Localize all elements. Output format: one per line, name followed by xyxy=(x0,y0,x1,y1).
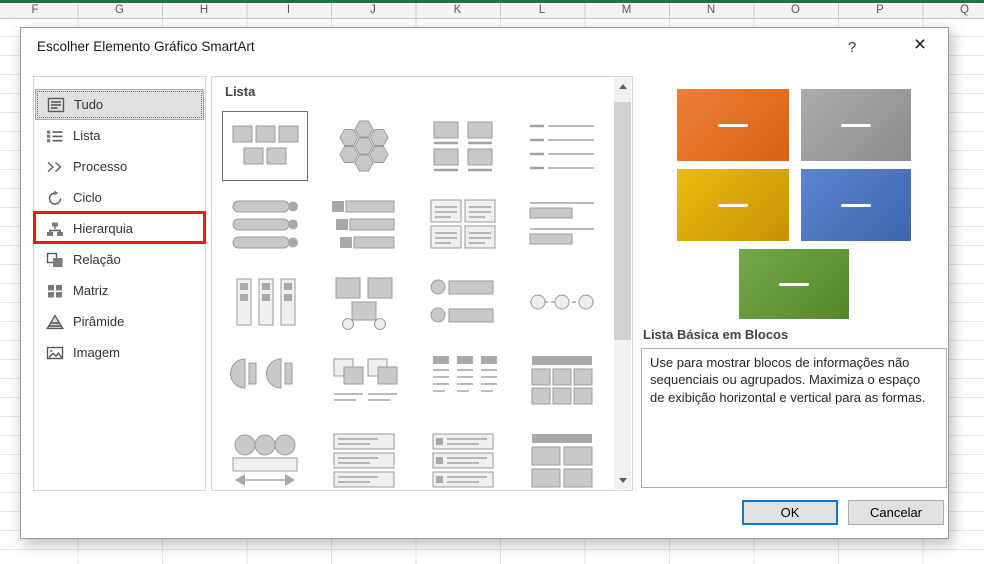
preview-panel: Lista Básica em Blocos Use para mostrar … xyxy=(641,76,948,491)
category-label: Pirâmide xyxy=(73,314,125,329)
category-item-lista[interactable]: Lista xyxy=(35,120,204,151)
category-item-imagem[interactable]: Imagem xyxy=(35,337,204,368)
column-header[interactable]: I xyxy=(287,4,290,16)
category-item-ciclo[interactable]: Ciclo xyxy=(35,182,204,213)
thumbnail-header-grid[interactable] xyxy=(518,344,606,416)
column-header[interactable]: O xyxy=(791,4,800,16)
category-item-processo[interactable]: Processo xyxy=(35,151,204,182)
column-header[interactable]: Q xyxy=(960,4,969,16)
category-label: Processo xyxy=(73,159,128,174)
cycle-icon xyxy=(48,190,62,205)
thumbnail-stacked-box-list[interactable] xyxy=(320,422,408,489)
text-placeholder-dash xyxy=(718,203,748,207)
thumbnail-basic-block-list[interactable] xyxy=(221,110,309,182)
thumbnail-half-circle-list[interactable] xyxy=(221,344,309,416)
column-header[interactable]: L xyxy=(539,4,545,16)
text-placeholder-dash xyxy=(841,203,871,207)
category-item-relacao[interactable]: Relação xyxy=(35,244,204,275)
selected-layout-title: Lista Básica em Blocos xyxy=(643,327,789,342)
thumbnail-bullet-box-list[interactable] xyxy=(419,422,507,489)
excel-window: F G H I J K L M N O P Q Escolher Element… xyxy=(0,0,984,564)
column-header[interactable]: F xyxy=(31,4,38,16)
smartart-gallery xyxy=(216,107,611,489)
category-label: Lista xyxy=(73,128,101,143)
cancel-button[interactable]: Cancelar xyxy=(848,500,944,525)
column-header[interactable]: K xyxy=(454,4,462,16)
relationship-icon xyxy=(46,252,63,267)
thumbnail-bullet-columns[interactable] xyxy=(419,344,507,416)
text-placeholder-dash xyxy=(779,282,809,286)
preview-block-orange xyxy=(677,89,789,161)
category-item-piramide[interactable]: Pirâmide xyxy=(35,306,204,337)
column-header[interactable]: J xyxy=(370,4,376,16)
category-item-matriz[interactable]: Matriz xyxy=(35,275,204,306)
preview-block-blue xyxy=(801,169,911,241)
dialog-title: Escolher Elemento Gráfico SmartArt xyxy=(37,39,255,54)
thumbnail-dotted-circle-list[interactable] xyxy=(518,266,606,338)
pyramid-icon xyxy=(46,313,64,329)
thumbnail-column-list[interactable] xyxy=(221,266,309,338)
thumbnail-picture-blocks[interactable] xyxy=(320,266,408,338)
close-button[interactable]: × xyxy=(900,32,940,60)
down-arrow-icon xyxy=(618,478,627,483)
category-label: Matriz xyxy=(73,283,109,298)
thumbnail-line-bar-list[interactable] xyxy=(518,188,606,260)
category-item-hierarquia[interactable]: Hierarquia xyxy=(35,213,204,244)
column-header[interactable]: P xyxy=(876,4,884,16)
preview-block-gray xyxy=(801,89,911,161)
matrix-icon xyxy=(48,284,62,297)
scrollbar-down-button[interactable] xyxy=(614,472,631,489)
category-label: Imagem xyxy=(73,345,120,360)
column-header-row: F G H I J K L M N O P Q xyxy=(0,3,984,19)
scrollbar-up-button[interactable] xyxy=(614,78,631,95)
up-arrow-icon xyxy=(618,84,627,89)
thumbnail-circle-row-list[interactable] xyxy=(419,266,507,338)
column-header[interactable]: M xyxy=(622,4,632,16)
category-label: Hierarquia xyxy=(73,221,133,236)
category-label: Relação xyxy=(73,252,121,267)
gallery-header: Lista xyxy=(225,84,256,99)
preview-block-gold xyxy=(677,169,789,241)
all-icon xyxy=(47,97,65,112)
preview-block-green xyxy=(739,249,849,319)
scrollbar-thumb[interactable] xyxy=(614,102,631,340)
thumbnail-tab-list[interactable] xyxy=(320,188,408,260)
ok-button[interactable]: OK xyxy=(742,500,838,525)
text-placeholder-dash xyxy=(718,123,748,127)
thumbnail-picture-caption-list[interactable] xyxy=(419,110,507,182)
column-header[interactable]: H xyxy=(200,4,208,16)
thumbnail-pill-list[interactable] xyxy=(221,188,309,260)
layout-gallery-panel: Lista xyxy=(211,76,633,491)
thumbnail-box-list[interactable] xyxy=(419,188,507,260)
thumbnail-overlap-squares[interactable] xyxy=(320,344,408,416)
thumbnail-lined-list[interactable] xyxy=(518,110,606,182)
process-icon xyxy=(47,161,62,172)
category-item-tudo[interactable]: Tudo xyxy=(35,89,204,120)
scrollbar-track[interactable] xyxy=(614,78,631,489)
category-label: Tudo xyxy=(74,97,104,112)
hierarchy-icon xyxy=(47,222,63,236)
category-panel: Tudo Lista Processo Ciclo Hierarquia Rel… xyxy=(33,76,206,491)
list-icon xyxy=(47,130,63,142)
column-header[interactable]: G xyxy=(115,4,124,16)
smartart-dialog: Escolher Elemento Gráfico SmartArt ? × T… xyxy=(20,27,949,539)
help-button[interactable]: ? xyxy=(834,36,870,60)
column-header[interactable]: N xyxy=(707,4,715,16)
layout-description: Use para mostrar blocos de informações n… xyxy=(641,348,947,488)
picture-icon xyxy=(46,346,64,359)
thumbnail-header-blocks[interactable] xyxy=(518,422,606,489)
text-placeholder-dash xyxy=(841,123,871,127)
thumbnail-hexagon-cluster[interactable] xyxy=(320,110,408,182)
category-label: Ciclo xyxy=(73,190,102,205)
thumbnail-circle-arrow-process[interactable] xyxy=(221,422,309,489)
